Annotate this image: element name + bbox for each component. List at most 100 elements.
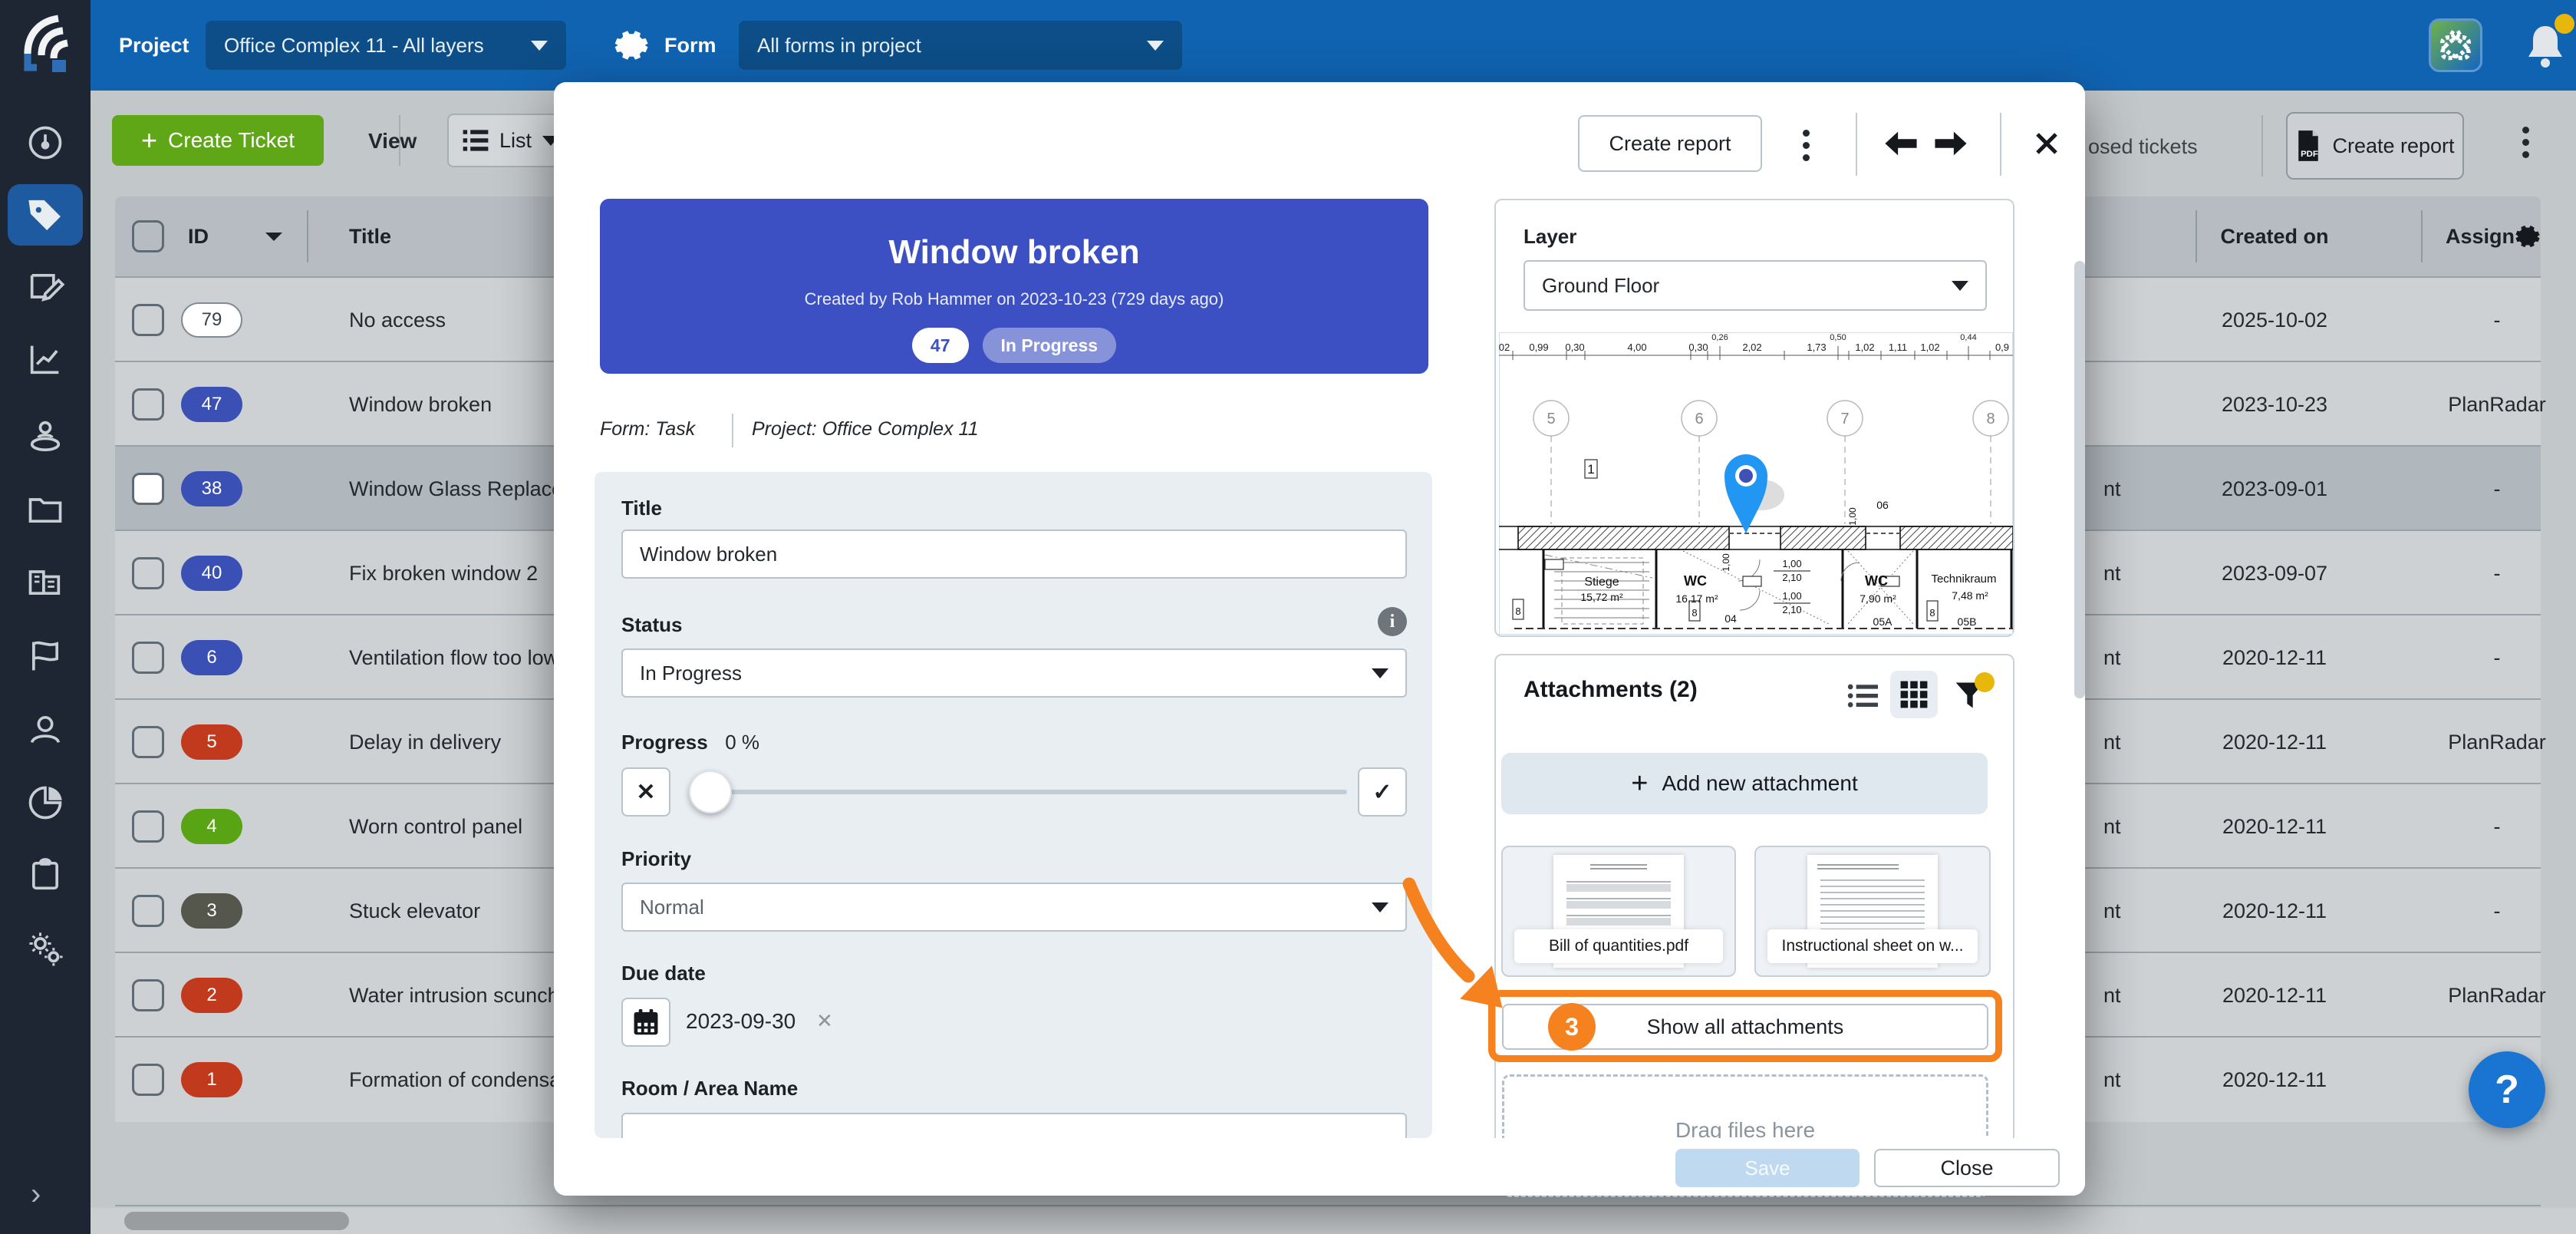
calendar-icon[interactable] [621, 998, 670, 1047]
project-select[interactable]: Office Complex 11 - All layers [206, 21, 566, 70]
title-input[interactable]: Window broken [621, 530, 1407, 579]
row-checkbox[interactable] [132, 473, 164, 505]
sidebar-item-reports[interactable] [8, 772, 83, 833]
chevron-down-icon [1372, 902, 1388, 912]
floor-plan[interactable]: 02 0,99 0,30 4,00 0,30 2,02 1,73 1,02 1,… [1499, 332, 2013, 635]
horizontal-scrollbar[interactable] [91, 1208, 2576, 1234]
column-settings-gear-icon[interactable] [2515, 196, 2541, 276]
pdf-icon: PDF [2295, 130, 2321, 161]
svg-text:WC: WC [1865, 573, 1888, 589]
sidebar-item-settings[interactable] [8, 918, 83, 979]
form-select[interactable]: All forms in project [739, 21, 1182, 70]
info-icon[interactable]: i [1378, 607, 1407, 636]
sidebar-item-projects[interactable] [8, 551, 83, 612]
row-checkbox[interactable] [132, 726, 164, 758]
row-checkbox[interactable] [132, 1064, 164, 1096]
create-ticket-button[interactable]: + Create Ticket [112, 115, 324, 166]
created-on-value: 2020-12-11 [2159, 953, 2390, 1038]
attachment-thumbnail[interactable]: Instructional sheet on w... [1754, 846, 1991, 977]
status-select[interactable]: In Progress [621, 648, 1407, 698]
sidebar: › [0, 0, 91, 1234]
progress-confirm-button[interactable]: ✓ [1358, 767, 1407, 817]
previous-ticket-arrow[interactable] [1885, 130, 1917, 161]
row-checkbox[interactable] [132, 979, 164, 1011]
notifications-bell-icon[interactable] [2524, 21, 2567, 73]
sidebar-item-forms[interactable] [8, 256, 83, 318]
svg-text:1,73: 1,73 [1807, 341, 1826, 353]
ticket-id-badge: 6 [181, 640, 242, 675]
close-icon[interactable] [2033, 130, 2060, 161]
sidebar-item-contacts[interactable] [8, 698, 83, 760]
apps-icon[interactable] [2429, 18, 2482, 72]
svg-text:8: 8 [1515, 605, 1520, 617]
create-report-button-list[interactable]: PDF Create report [2286, 112, 2464, 180]
svg-text:0,26: 0,26 [1711, 333, 1728, 342]
next-ticket-arrow[interactable] [1935, 130, 1967, 161]
sidebar-item-dashboard[interactable] [8, 112, 83, 173]
sidebar-item-statistics[interactable] [8, 328, 83, 390]
row-checkbox[interactable] [132, 642, 164, 674]
clipboard-icon [25, 855, 65, 895]
ticket-id-badge: 4 [181, 809, 242, 844]
modal-scrollbar-thumb[interactable] [2074, 261, 2085, 698]
col-id[interactable]: ID [188, 196, 209, 276]
sidebar-item-tickets[interactable] [8, 184, 83, 246]
sort-icon[interactable] [265, 233, 282, 241]
help-button[interactable]: ? [2469, 1051, 2545, 1128]
layer-card: Layer Ground Floor [1494, 199, 2014, 637]
sidebar-item-tasks[interactable] [8, 844, 83, 906]
col-title[interactable]: Title [349, 196, 391, 276]
close-button[interactable]: Close [1874, 1149, 2060, 1187]
list-more-menu[interactable] [2522, 121, 2529, 163]
created-on-value: 2020-12-11 [2159, 615, 2390, 700]
created-on-value: 2023-09-07 [2159, 531, 2390, 615]
sidebar-item-documents[interactable] [8, 479, 83, 540]
svg-text:PDF: PDF [2301, 150, 2319, 159]
progress-slider-thumb[interactable] [689, 770, 732, 813]
assign-value: - [2424, 615, 2570, 700]
toolbar-divider-2 [2261, 115, 2263, 177]
row-checkbox[interactable] [132, 304, 164, 336]
sidebar-expand-chevron-icon[interactable]: › [31, 1177, 41, 1212]
layer-select[interactable]: Ground Floor [1524, 260, 1987, 311]
horizontal-scrollbar-thumb[interactable] [124, 1212, 349, 1230]
svg-text:0,30: 0,30 [1688, 341, 1708, 353]
hidden-col-fragment: nt [2103, 784, 2121, 869]
sidebar-item-site-persons[interactable] [8, 405, 83, 467]
planradar-logo[interactable] [11, 12, 80, 78]
attachments-list-view-icon[interactable] [1847, 681, 1878, 711]
progress-field-label: Progress 0 % [621, 731, 759, 754]
project-settings-gear-icon[interactable] [611, 26, 649, 68]
modal-more-menu[interactable] [1803, 124, 1810, 167]
attachment-thumbnail[interactable]: Bill of quantities.pdf [1501, 846, 1736, 977]
created-on-value: 2020-12-11 [2159, 1038, 2390, 1122]
attachments-filter-icon[interactable] [1953, 678, 1987, 716]
svg-text:1,00: 1,00 [1782, 590, 1801, 602]
assign-value: - [2424, 784, 2570, 869]
attachments-grid-view-icon[interactable] [1890, 671, 1938, 718]
closed-tickets-label[interactable]: osed tickets [2088, 135, 2198, 159]
modal-footer: Save Close [554, 1138, 2085, 1196]
create-report-button-modal[interactable]: Create report [1578, 115, 1762, 172]
col-created-on[interactable]: Created on [2159, 196, 2390, 276]
save-button[interactable]: Save [1675, 1149, 1860, 1187]
add-attachment-button[interactable]: + Add new attachment [1501, 753, 1988, 814]
svg-text:1,11: 1,11 [1889, 341, 1907, 353]
sidebar-item-flags[interactable] [8, 625, 83, 686]
priority-select[interactable]: Normal [621, 883, 1407, 932]
step-badge: 3 [1548, 1003, 1596, 1051]
row-checkbox[interactable] [132, 810, 164, 843]
progress-slider-track[interactable] [690, 790, 1347, 794]
select-all-checkbox[interactable] [132, 220, 164, 252]
ticket-id-badge: 1 [181, 1062, 242, 1097]
created-on-value: 2025-10-02 [2159, 278, 2390, 362]
progress-cancel-button[interactable]: ✕ [621, 767, 670, 817]
ticket-title: Window broken [600, 199, 1428, 269]
chevron-down-icon [1952, 281, 1968, 291]
col-assign[interactable]: Assign [2446, 196, 2515, 276]
due-date-value[interactable]: 2023-09-30 [686, 1009, 796, 1034]
row-checkbox[interactable] [132, 895, 164, 927]
due-date-clear-icon[interactable]: ✕ [816, 1009, 833, 1033]
row-checkbox[interactable] [132, 388, 164, 421]
row-checkbox[interactable] [132, 557, 164, 589]
